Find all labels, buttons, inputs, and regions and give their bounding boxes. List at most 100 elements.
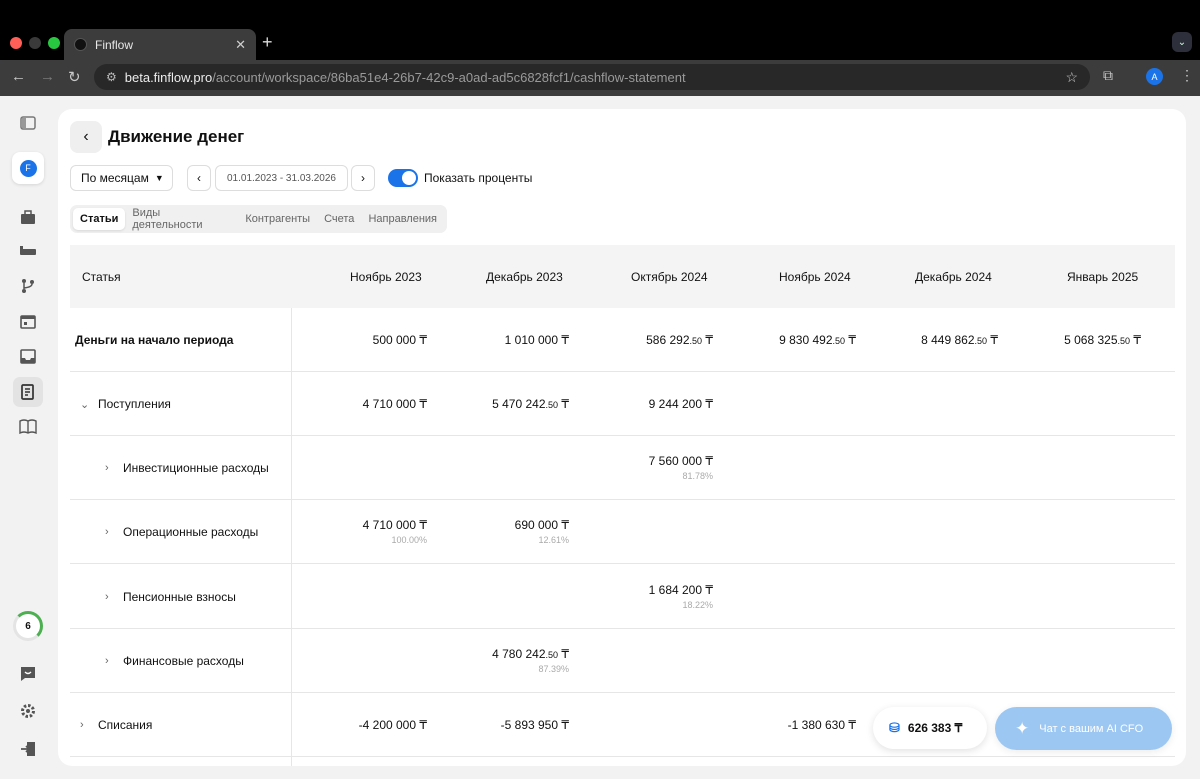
column-header[interactable]: Январь 2025 bbox=[1067, 270, 1138, 284]
table-cell[interactable]: 4 710 000 ₸ bbox=[287, 397, 427, 411]
table-cell[interactable]: -4 200 000 ₸ bbox=[287, 718, 427, 732]
table-cell[interactable]: 1 010 000 ₸ bbox=[429, 333, 569, 347]
flow-branch-icon[interactable] bbox=[17, 275, 39, 297]
progress-counter[interactable]: 6 bbox=[13, 611, 43, 641]
cell-percent: 81.78% bbox=[682, 471, 713, 481]
currency-sign: ₸ bbox=[558, 333, 569, 347]
table-row[interactable]: › Пенсионные взносы 1 684 200 ₸ 18.22% bbox=[70, 565, 1175, 629]
ai-cfo-chat-button[interactable]: ✦ Чат с вашим AI CFO bbox=[995, 707, 1172, 750]
table-row[interactable]: › Операционные расходы 4 710 000 ₸ 100.00% 6… bbox=[70, 500, 1175, 564]
tab-counterparties[interactable]: Контрагенты bbox=[238, 208, 317, 230]
chevron-right-icon[interactable]: › bbox=[105, 462, 113, 474]
sidebar-toggle-icon[interactable] bbox=[17, 112, 39, 134]
ai-cfo-label: Чат с вашим AI CFO bbox=[1039, 722, 1144, 735]
bookmark-star-icon[interactable]: ☆ bbox=[1065, 69, 1078, 86]
currency-sign: ₸ bbox=[702, 333, 713, 347]
show-percent-toggle[interactable] bbox=[388, 169, 418, 187]
table-cell[interactable]: 586 292.50 ₸ bbox=[573, 333, 713, 347]
chevron-right-icon[interactable]: › bbox=[105, 591, 113, 603]
url-host: beta.finflow.pro bbox=[124, 69, 213, 85]
row-label-text: Финансовые расходы bbox=[123, 654, 244, 668]
tab-articles[interactable]: Статьи bbox=[73, 208, 126, 230]
table-cell[interactable]: 500 000 ₸ bbox=[287, 333, 427, 347]
column-header-article[interactable]: Статья bbox=[82, 270, 121, 284]
browser-menu-icon[interactable]: ⋮ bbox=[1180, 67, 1194, 84]
tab-search-icon[interactable]: ⌄ bbox=[1172, 32, 1192, 52]
browser-titlebar: Finflow ✕ + ⌄ bbox=[0, 0, 1200, 60]
table-header: Статья Ноябрь 2023 Декабрь 2023 Октябрь … bbox=[70, 245, 1175, 308]
chevron-right-icon[interactable]: › bbox=[105, 526, 113, 538]
reload-icon[interactable]: ↻ bbox=[68, 68, 81, 86]
table-cell[interactable]: 4 710 000 ₸ 100.00% bbox=[287, 518, 427, 545]
report-icon[interactable] bbox=[17, 381, 39, 403]
currency-sign: ₸ bbox=[845, 333, 856, 347]
table-cell[interactable]: 9 830 492.50 ₸ bbox=[716, 333, 856, 347]
column-header[interactable]: Ноябрь 2024 bbox=[779, 270, 851, 284]
browser-tab[interactable]: Finflow ✕ bbox=[64, 29, 256, 60]
table-row[interactable]: › Инвестиционные расходы 7 560 000 ₸ 81.78% bbox=[70, 436, 1175, 500]
cell-percent: 12.61% bbox=[538, 535, 569, 545]
profile-avatar[interactable]: A bbox=[1146, 68, 1163, 85]
book-icon[interactable] bbox=[17, 415, 39, 437]
balance-widget[interactable]: ⛁ 626 383 ₸ bbox=[873, 707, 987, 749]
close-window-button[interactable] bbox=[10, 37, 22, 49]
tab-accounts[interactable]: Счета bbox=[317, 208, 361, 230]
back-arrow-icon[interactable]: ← bbox=[11, 68, 26, 85]
briefcase-icon[interactable] bbox=[17, 206, 39, 228]
inbox-icon[interactable] bbox=[17, 345, 39, 367]
table-row[interactable]: Деньги на начало периода 500 000 ₸ 1 010 0… bbox=[70, 308, 1175, 372]
settings-gear-icon[interactable] bbox=[17, 700, 39, 722]
table-cell[interactable]: 9 244 200 ₸ bbox=[573, 397, 713, 411]
next-period-button[interactable]: › bbox=[351, 165, 375, 191]
table-cell[interactable]: -1 380 630 ₸ bbox=[716, 718, 856, 732]
table-cell[interactable]: 1 684 200 ₸ 18.22% bbox=[573, 583, 713, 610]
table-cell[interactable]: 5 068 325.50 ₸ bbox=[1001, 333, 1141, 347]
column-header[interactable]: Декабрь 2024 bbox=[915, 270, 992, 284]
maximize-window-button[interactable] bbox=[48, 37, 60, 49]
date-range-field[interactable]: 01.01.2023 - 31.03.2026 bbox=[215, 165, 348, 191]
tab-activity-types[interactable]: Виды деятельности bbox=[125, 202, 238, 236]
cell-percent: 87.39% bbox=[538, 664, 569, 674]
table-row[interactable]: › Финансовые расходы 4 780 242.50 ₸ 87.39% bbox=[70, 629, 1175, 693]
period-select-value: По месяцам bbox=[81, 171, 149, 185]
extensions-icon[interactable]: ⧉ bbox=[1103, 67, 1113, 84]
minimize-window-button[interactable] bbox=[29, 37, 41, 49]
calendar-icon[interactable] bbox=[17, 310, 39, 332]
period-select[interactable]: По месяцам ▼ bbox=[70, 165, 173, 191]
chevron-right-icon[interactable]: › bbox=[105, 655, 113, 667]
tab-directions[interactable]: Направления bbox=[361, 208, 444, 230]
row-label-text: Деньги на начало периода bbox=[75, 333, 234, 347]
column-header[interactable]: Декабрь 2023 bbox=[486, 270, 563, 284]
back-button[interactable]: ‹ bbox=[70, 121, 102, 153]
row-label: › Пенсионные взносы bbox=[105, 590, 236, 604]
new-tab-button[interactable]: + bbox=[262, 32, 273, 53]
table-cell[interactable]: -5 893 950 ₸ bbox=[429, 718, 569, 732]
site-info-icon[interactable]: ⚙ bbox=[106, 70, 117, 84]
column-header[interactable]: Ноябрь 2023 bbox=[350, 270, 422, 284]
tab-close-icon[interactable]: ✕ bbox=[235, 37, 246, 53]
cell-value: 586 292 bbox=[646, 333, 690, 347]
column-header[interactable]: Октябрь 2024 bbox=[631, 270, 708, 284]
workspace-switcher[interactable]: F bbox=[12, 152, 44, 184]
cell-value: 4 780 242 bbox=[492, 647, 546, 661]
chat-feedback-icon[interactable] bbox=[17, 663, 39, 685]
cell-value: 690 000 bbox=[514, 518, 559, 532]
chevron-right-icon[interactable]: › bbox=[80, 719, 88, 731]
chevron-down-icon[interactable]: ⌄ bbox=[80, 398, 89, 411]
table-cell[interactable]: 5 470 242.50 ₸ bbox=[429, 397, 569, 411]
page-title: Движение денег bbox=[108, 127, 245, 146]
table-cell[interactable]: 7 560 000 ₸ 81.78% bbox=[573, 454, 713, 481]
logout-icon[interactable] bbox=[17, 738, 39, 760]
currency-sign: ₸ bbox=[845, 718, 856, 732]
chevron-down-icon: ▼ bbox=[154, 173, 164, 183]
address-bar[interactable]: ⚙ beta.finflow.pro/account/workspace/86b… bbox=[94, 64, 1090, 90]
table-cell[interactable]: 4 780 242.50 ₸ 87.39% bbox=[429, 647, 569, 674]
payments-icon[interactable] bbox=[17, 240, 39, 262]
currency-sign: ₸ bbox=[702, 454, 713, 468]
table-cell[interactable]: 690 000 ₸ 12.61% bbox=[429, 518, 569, 545]
forward-arrow-icon[interactable]: → bbox=[40, 68, 55, 85]
table-row[interactable]: ⌄ Поступления 4 710 000 ₸ 5 470 242.50 ₸ 9 2… bbox=[70, 372, 1175, 436]
table-cell[interactable]: 8 449 862.50 ₸ bbox=[858, 333, 998, 347]
prev-period-button[interactable]: ‹ bbox=[187, 165, 211, 191]
cell-value: 500 000 bbox=[372, 333, 417, 347]
